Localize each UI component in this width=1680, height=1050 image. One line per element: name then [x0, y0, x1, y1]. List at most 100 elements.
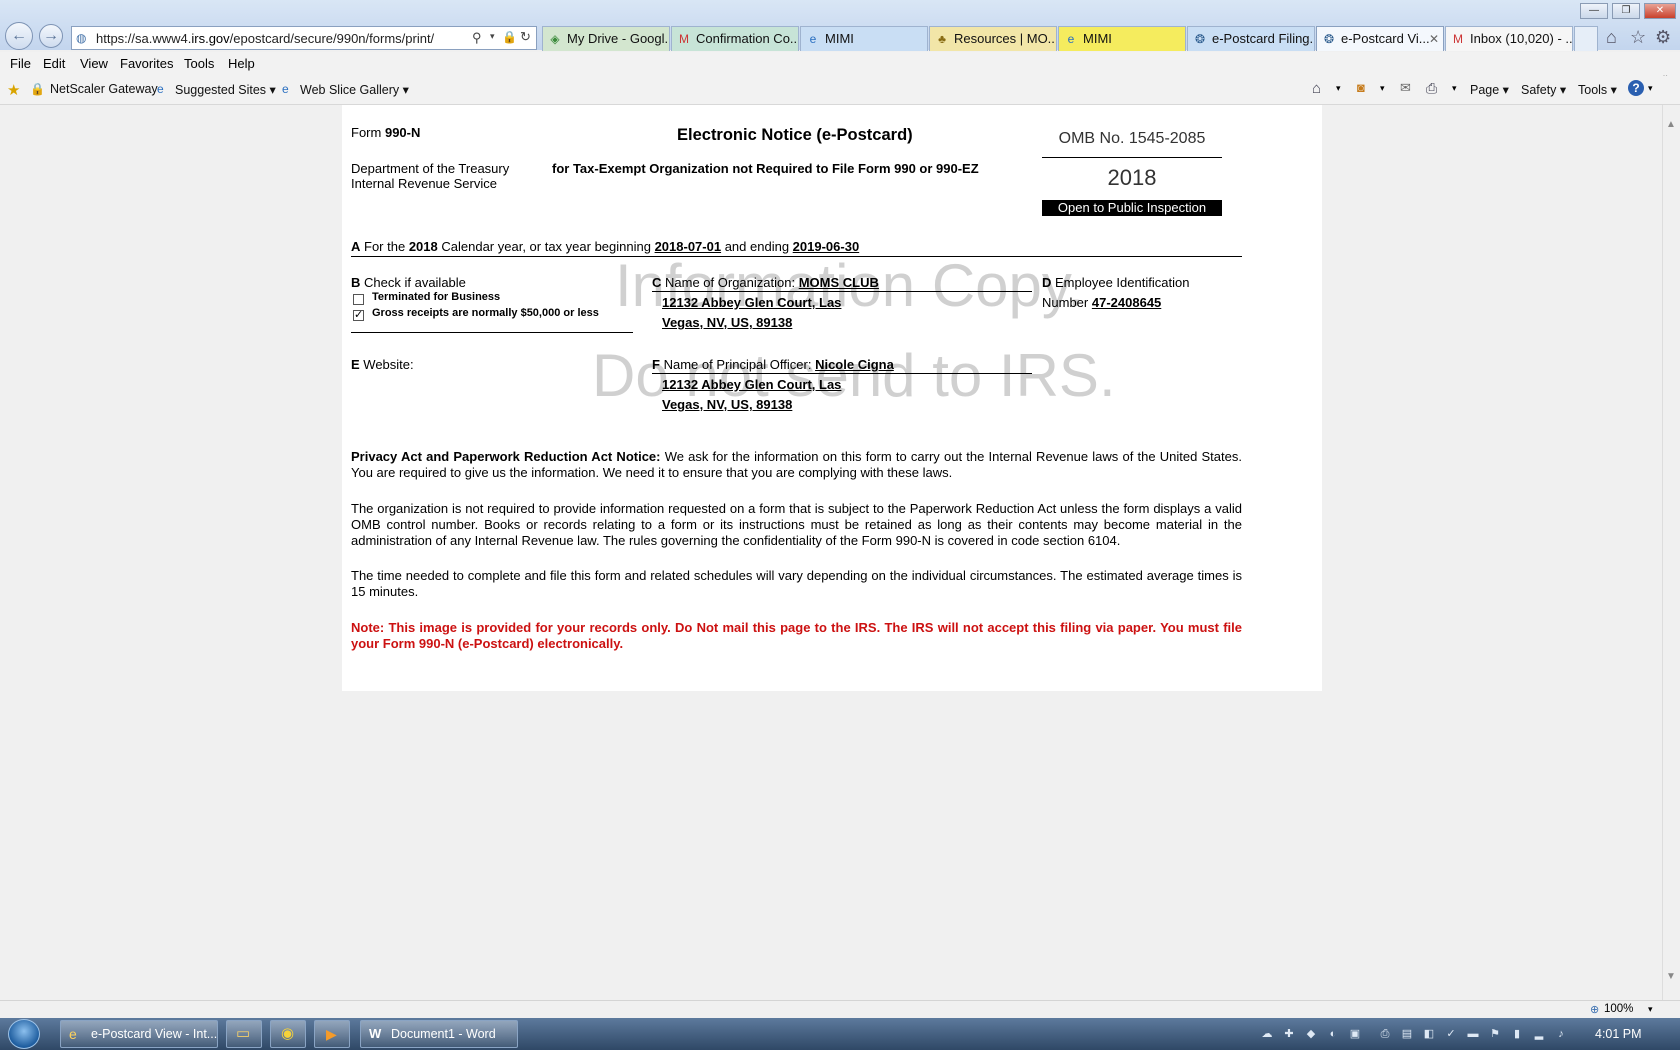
address-bar[interactable]: ◍ https://sa.www4.irs.gov/epostcard/secu… — [71, 26, 537, 50]
printer-icon[interactable]: ⎙ — [1378, 1027, 1392, 1041]
mail-icon[interactable]: ✉ — [1400, 80, 1411, 96]
gross-receipts-label: Gross receipts are normally $50,000 or l… — [372, 307, 599, 319]
close-window-button[interactable]: ✕ — [1644, 3, 1676, 19]
org-address-line2: Vegas, NV, US, 89138 — [662, 315, 793, 330]
tab-epostcard-filing[interactable]: ❂ e-Postcard Filing... — [1187, 26, 1315, 51]
tab-mimi-1[interactable]: e MIMI — [800, 26, 928, 51]
minimize-button[interactable]: — — [1580, 3, 1608, 19]
display-icon[interactable]: ▬ — [1466, 1027, 1480, 1041]
home-icon[interactable]: ⌂ — [1606, 27, 1617, 48]
tab-inbox[interactable]: M Inbox (10,020) - ... — [1445, 26, 1573, 51]
menu-favorites[interactable]: Favorites — [120, 56, 173, 71]
cmd-safety[interactable]: Safety ▾ — [1521, 82, 1566, 97]
paperwork-paragraph: The organization is not required to prov… — [351, 501, 1242, 548]
gross-receipts-checkbox[interactable]: ✓ — [353, 310, 364, 321]
taskbar-item-ie[interactable]: e e-Postcard View - Int... — [60, 1020, 218, 1048]
tab-my-drive[interactable]: ◈ My Drive - Googl... — [542, 26, 670, 51]
clock[interactable]: 4:01 PM — [1595, 1027, 1642, 1041]
help-icon[interactable]: ? — [1628, 80, 1644, 96]
terminated-checkbox[interactable] — [353, 294, 364, 305]
dropdown-icon[interactable]: ▾ — [1380, 83, 1385, 94]
dropdown-icon[interactable]: ▾ — [1648, 1004, 1653, 1015]
officer-address-line2: Vegas, NV, US, 89138 — [662, 397, 793, 412]
tax-year: 2018 — [1107, 165, 1157, 190]
cmd-page[interactable]: Page ▾ — [1470, 82, 1509, 97]
fav-suggested-sites[interactable]: Suggested Sites ▾ — [175, 82, 276, 97]
time-estimate-paragraph: The time needed to complete and file thi… — [351, 568, 1242, 599]
zoom-level[interactable]: 100% — [1604, 1003, 1633, 1015]
zoom-icon: ⊕ — [1590, 1004, 1600, 1016]
resource-icon: ♣ — [938, 32, 946, 46]
tab-mimi-2[interactable]: e MIMI — [1058, 26, 1186, 51]
gateway-icon: 🔒 — [30, 82, 45, 96]
fav-web-slice-gallery[interactable]: Web Slice Gallery ▾ — [300, 82, 409, 97]
dropdown-icon[interactable]: ▾ — [1452, 83, 1457, 94]
signal-icon[interactable]: ▂ — [1532, 1027, 1546, 1041]
onedrive-icon[interactable]: ☁ — [1260, 1027, 1274, 1041]
section-c-rule — [652, 291, 1032, 292]
officer-address-line1: 12132 Abbey Glen Court, Las — [662, 377, 842, 392]
status-bar: ⊕ 100% ▾ — [0, 1000, 1680, 1019]
word-icon: W — [369, 1026, 382, 1041]
ie-icon: e — [1067, 32, 1075, 46]
new-tab-button[interactable] — [1574, 26, 1598, 51]
start-button[interactable] — [8, 1019, 40, 1049]
address-url: https://sa.www4.irs.gov/epostcard/secure… — [96, 31, 435, 46]
taskbar-item-word[interactable]: W Document1 - Word — [360, 1020, 518, 1048]
gmail-icon: M — [679, 32, 689, 46]
app-tray-icon[interactable]: ◧ — [1422, 1027, 1436, 1041]
dept-line1: Department of the Treasury — [351, 161, 510, 176]
section-a-rule — [351, 256, 1242, 257]
scroll-up-icon[interactable]: ▲ — [1666, 119, 1676, 130]
network-device-icon[interactable]: ▤ — [1400, 1027, 1414, 1041]
dropdown-icon[interactable]: ▾ — [490, 31, 495, 42]
gmail-icon: M — [1453, 32, 1463, 46]
checkmark-icon[interactable]: ✓ — [1444, 1027, 1458, 1041]
feed-icon[interactable]: ◙ — [1357, 80, 1365, 95]
menu-file[interactable]: File — [10, 56, 31, 71]
tab-confirmation[interactable]: M Confirmation Co... — [671, 26, 799, 51]
menu-tools[interactable]: Tools — [184, 56, 214, 71]
dropdown-icon[interactable]: ▾ — [1336, 83, 1341, 94]
back-button[interactable]: ← — [5, 22, 33, 50]
irs-icon: ❂ — [1323, 32, 1335, 46]
forward-button[interactable]: → — [39, 24, 63, 48]
search-icon[interactable]: ⚲ — [472, 30, 482, 46]
taskbar-item-media[interactable]: ▶ — [314, 1020, 350, 1048]
lock-icon[interactable]: 🔒 — [502, 30, 517, 44]
tab-epostcard-view[interactable]: ❂ e-Postcard Vi... ✕ — [1316, 26, 1444, 51]
omb-number: OMB No. 1545-2085 — [1058, 130, 1206, 147]
vertical-scrollbar[interactable]: ▲ ▼ — [1662, 105, 1680, 1001]
favorites-star-icon[interactable]: ★ — [7, 81, 20, 99]
device-icon[interactable]: ▣ — [1348, 1027, 1362, 1041]
drive-icon: ◈ — [550, 32, 560, 46]
flag-icon[interactable]: ⚑ — [1488, 1027, 1502, 1041]
menu-edit[interactable]: Edit — [43, 56, 65, 71]
taskbar-item-explorer[interactable]: ▭ — [226, 1020, 262, 1048]
sync-icon[interactable]: ◐ — [1326, 1027, 1340, 1041]
favorites-star-icon[interactable]: ☆ — [1630, 27, 1646, 48]
chrome-icon: ◉ — [281, 1025, 295, 1042]
restore-button[interactable]: ❐ — [1612, 3, 1640, 19]
menu-view[interactable]: View — [80, 56, 108, 71]
tab-resources[interactable]: ♣ Resources | MO... — [929, 26, 1057, 51]
taskbar-item-chrome[interactable]: ◉ — [270, 1020, 306, 1048]
close-tab-icon[interactable]: ✕ — [1429, 27, 1439, 51]
shield-icon[interactable]: ✚ — [1282, 1027, 1296, 1041]
dropdown-icon[interactable]: ▾ — [1648, 83, 1653, 94]
home-icon[interactable]: ⌂ — [1312, 80, 1321, 97]
scroll-down-icon[interactable]: ▼ — [1666, 971, 1676, 982]
form-label: Form 990-N — [351, 125, 421, 140]
fav-netscaler[interactable]: NetScaler Gateway — [50, 82, 158, 96]
volume-icon[interactable]: ♪ — [1554, 1027, 1568, 1041]
menu-help[interactable]: Help — [228, 56, 255, 71]
print-icon[interactable]: ⎙ — [1426, 80, 1437, 97]
settings-gear-icon[interactable]: ⚙ — [1655, 27, 1671, 48]
dropbox-icon[interactable]: ◆ — [1304, 1027, 1318, 1041]
cmd-tools[interactable]: Tools ▾ — [1578, 82, 1617, 97]
omb-divider — [1042, 157, 1222, 158]
refresh-icon[interactable]: ↻ — [520, 29, 531, 45]
open-public-badge: Open to Public Inspection — [1042, 200, 1222, 216]
media-player-icon: ▶ — [326, 1026, 337, 1042]
power-icon[interactable]: ▮ — [1510, 1027, 1524, 1041]
